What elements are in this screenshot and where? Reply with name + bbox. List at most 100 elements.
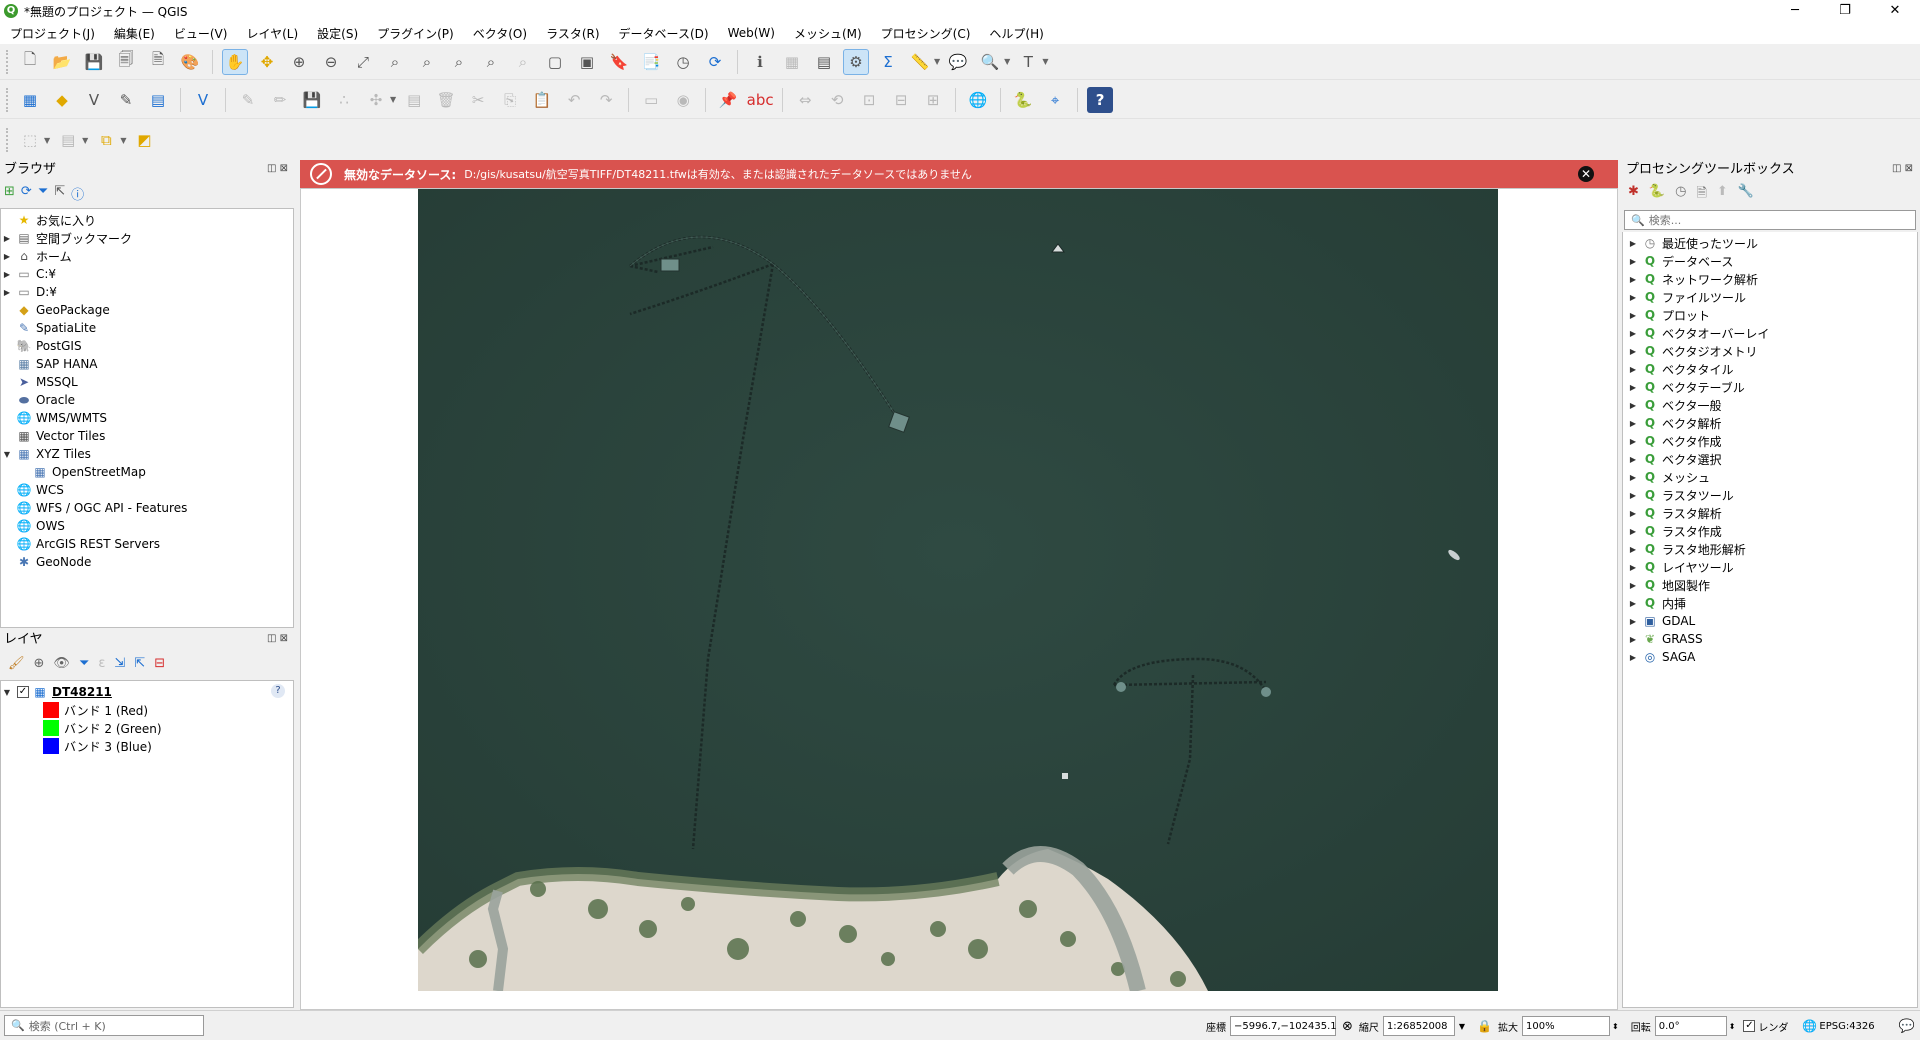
- browser-item[interactable]: ▶ ▭ D:¥: [1, 283, 293, 301]
- expand-arrow-icon[interactable]: ▶: [1, 252, 13, 261]
- undo-icon[interactable]: ↶: [561, 87, 587, 113]
- browser-item[interactable]: ◆ GeoPackage: [1, 301, 293, 319]
- delete-selected-icon[interactable]: 🗑: [433, 87, 459, 113]
- python-console-icon[interactable]: 🐍: [1010, 87, 1036, 113]
- processing-provider-item[interactable]: ▶ Q ファイルツール: [1623, 288, 1917, 306]
- coordinate-field[interactable]: −5996.7,−102435.1: [1230, 1016, 1337, 1036]
- menu-layer[interactable]: レイヤ(L): [236, 25, 307, 42]
- expand-arrow-icon[interactable]: ▶: [1627, 329, 1639, 338]
- options-icon[interactable]: 🔧: [1738, 184, 1754, 206]
- zoom-to-layer-icon[interactable]: ⌕: [414, 49, 440, 75]
- expand-arrow-icon[interactable]: ▶: [1627, 599, 1639, 608]
- new-spatialite-layer-icon[interactable]: ✎: [113, 87, 139, 113]
- style-panel-icon[interactable]: 🖌: [8, 656, 25, 671]
- text-annotation-icon[interactable]: T: [1015, 49, 1041, 75]
- expand-arrow-icon[interactable]: ▶: [1627, 581, 1639, 590]
- browser-item[interactable]: 🌐 OWS: [1, 517, 293, 535]
- processing-provider-item[interactable]: ▶ Q 地図製作: [1623, 576, 1917, 594]
- processing-provider-item[interactable]: ▶ Q ベクタ選択: [1623, 450, 1917, 468]
- expand-arrow-icon[interactable]: ▶: [1627, 239, 1639, 248]
- model-designer-icon[interactable]: ✱: [1628, 184, 1639, 206]
- dismiss-message-icon[interactable]: ✕: [1578, 166, 1594, 182]
- collapse-all-icon[interactable]: ⇱: [54, 184, 65, 203]
- measure-line-icon[interactable]: 📏: [907, 49, 933, 75]
- menu-project[interactable]: プロジェクト(J): [0, 25, 104, 42]
- menu-database[interactable]: データベース(D): [609, 25, 718, 42]
- browser-item[interactable]: 🐘 PostGIS: [1, 337, 293, 355]
- refresh-icon[interactable]: ⟳: [702, 49, 728, 75]
- expand-arrow-icon[interactable]: ▶: [1627, 437, 1639, 446]
- expand-arrow-icon[interactable]: ▶: [1627, 275, 1639, 284]
- add-vector-layer-icon[interactable]: V: [190, 87, 216, 113]
- highlight-labels-icon[interactable]: abc: [747, 87, 774, 113]
- collapse-layers-icon[interactable]: ⇱: [134, 656, 145, 671]
- rotate-label-icon[interactable]: ⟲: [824, 87, 850, 113]
- zoom-native-icon[interactable]: ⌕: [446, 49, 472, 75]
- zoom-next-icon[interactable]: ⌕: [510, 49, 536, 75]
- zoom-in-icon[interactable]: ⊕: [286, 49, 312, 75]
- expand-arrow-icon[interactable]: ▶: [1627, 311, 1639, 320]
- map-tips-icon[interactable]: 💬: [945, 49, 971, 75]
- browser-item[interactable]: ▦ OpenStreetMap: [1, 463, 293, 481]
- render-checkbox[interactable]: ✓: [1743, 1020, 1756, 1032]
- paste-features-icon[interactable]: 📋: [529, 87, 555, 113]
- toggle-extents-icon[interactable]: ⊗: [1342, 1019, 1353, 1034]
- processing-provider-item[interactable]: ▶ Q ラスタ作成: [1623, 522, 1917, 540]
- layers-panel-controls[interactable]: ◫ ⊠: [267, 633, 288, 644]
- processing-provider-item[interactable]: ▶ Q レイヤツール: [1623, 558, 1917, 576]
- save-project-icon[interactable]: 💾: [81, 49, 107, 75]
- magnifier-spinner-icon[interactable]: ⬍: [1612, 1022, 1619, 1031]
- browser-panel-controls[interactable]: ◫ ⊠: [267, 163, 288, 174]
- locator-search[interactable]: 🔍 検索 (Ctrl + K): [4, 1015, 204, 1036]
- label-properties-icon[interactable]: ⊞: [920, 87, 946, 113]
- remove-layer-icon[interactable]: ⊟: [154, 656, 165, 671]
- processing-provider-item[interactable]: ▶ Q ラスタツール: [1623, 486, 1917, 504]
- zoom-out-icon[interactable]: ⊖: [318, 49, 344, 75]
- menu-vector[interactable]: ベクタ(O): [463, 25, 536, 42]
- pin-labels-icon[interactable]: 📌: [715, 87, 741, 113]
- select-features-icon[interactable]: ⬚: [17, 127, 43, 153]
- processing-provider-item[interactable]: ▶ Q ベクタタイル: [1623, 360, 1917, 378]
- deselect-all-icon[interactable]: ⧉: [93, 127, 119, 153]
- open-project-icon[interactable]: 📂: [49, 49, 75, 75]
- processing-provider-item[interactable]: ▶ Q ネットワーク解析: [1623, 270, 1917, 288]
- expand-all-icon[interactable]: ⇲: [114, 656, 125, 671]
- rotation-field[interactable]: 0.0°: [1654, 1016, 1727, 1036]
- save-layer-edits-icon[interactable]: 💾: [299, 87, 325, 113]
- processing-provider-item[interactable]: ▶ Q ベクタ一般: [1623, 396, 1917, 414]
- plugin-globe-icon[interactable]: 🌐: [965, 87, 991, 113]
- diagram-options-icon[interactable]: ◉: [670, 87, 696, 113]
- results-viewer-icon[interactable]: 🗎: [1696, 184, 1706, 206]
- expand-arrow-icon[interactable]: ▼: [1, 450, 13, 459]
- processing-provider-item[interactable]: ▶ ❦ GRASS: [1623, 630, 1917, 648]
- processing-search-input[interactable]: [1648, 213, 1899, 227]
- processing-provider-item[interactable]: ▶ Q ベクタテーブル: [1623, 378, 1917, 396]
- expand-arrow-icon[interactable]: ▶: [1627, 419, 1639, 428]
- new-geopackage-layer-icon[interactable]: ◆: [49, 87, 75, 113]
- menu-web[interactable]: Web(W): [718, 26, 784, 40]
- new-3d-map-view-icon[interactable]: ▣: [574, 49, 600, 75]
- processing-provider-item[interactable]: ▶ ▣ GDAL: [1623, 612, 1917, 630]
- expand-arrow-icon[interactable]: ▶: [1627, 653, 1639, 662]
- style-manager-icon[interactable]: 🎨: [177, 49, 203, 75]
- open-field-calculator-icon[interactable]: ▤: [811, 49, 837, 75]
- browser-item[interactable]: 🌐 ArcGIS REST Servers: [1, 535, 293, 553]
- toggle-editing-icon[interactable]: ✏: [267, 87, 293, 113]
- add-group-icon[interactable]: ⊕: [34, 656, 45, 671]
- lock-scale-icon[interactable]: 🔒: [1477, 1019, 1492, 1033]
- expand-arrow-icon[interactable]: ▶: [1627, 293, 1639, 302]
- browser-item[interactable]: ➤ MSSQL: [1, 373, 293, 391]
- browser-item[interactable]: 🌐 WCS: [1, 481, 293, 499]
- expand-arrow-icon[interactable]: ▶: [1, 270, 13, 279]
- menu-edit[interactable]: 編集(E): [104, 25, 164, 42]
- expand-arrow-icon[interactable]: ▶: [1627, 383, 1639, 392]
- menu-view[interactable]: ビュー(V): [164, 25, 237, 42]
- current-edits-icon[interactable]: ✎: [235, 87, 261, 113]
- history-icon[interactable]: ◷: [1675, 184, 1686, 206]
- processing-provider-item[interactable]: ▶ Q ベクタ解析: [1623, 414, 1917, 432]
- processing-provider-item[interactable]: ▶ Q プロット: [1623, 306, 1917, 324]
- help-contents-icon[interactable]: ?: [1087, 86, 1114, 113]
- expand-arrow-icon[interactable]: ▶: [1627, 491, 1639, 500]
- processing-search-field[interactable]: 🔍: [1624, 210, 1916, 230]
- processing-provider-item[interactable]: ▶ Q ベクタ作成: [1623, 432, 1917, 450]
